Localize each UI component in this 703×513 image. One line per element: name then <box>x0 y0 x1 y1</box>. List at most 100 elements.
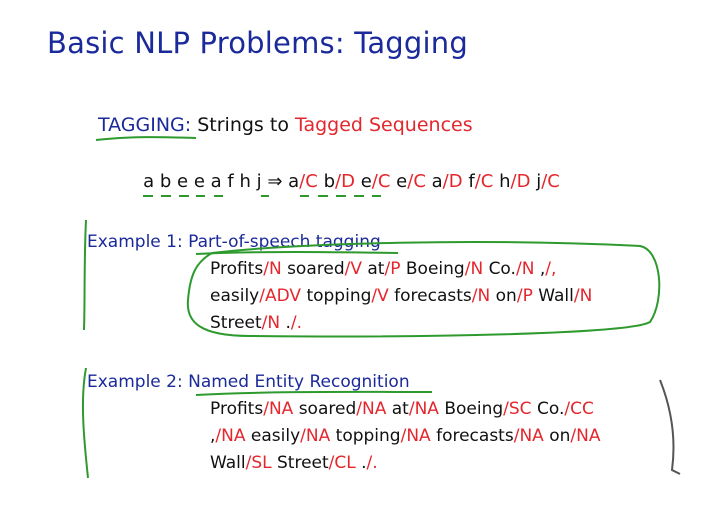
ner-line: Profits/NA soared/NA at/NA Boeing/SC Co.… <box>210 396 600 423</box>
ner-line: Wall/SL Street/CL ./. <box>210 450 600 477</box>
pos-line: Profits/N soared/V at/P Boeing/N Co./N ,… <box>210 256 592 283</box>
output-token-6: h/D <box>499 171 530 192</box>
implies-arrow: ⇒ <box>267 171 283 192</box>
tag-label: D <box>341 171 355 192</box>
tag-label: N <box>579 286 593 306</box>
ner-token-0: Profits/NA <box>210 399 293 419</box>
ner-token-2: topping/NA <box>336 426 431 446</box>
ner-token-2: at/NA <box>392 399 439 419</box>
ner-token-0: ,/NA <box>210 426 246 446</box>
tag-label: NA <box>361 399 387 419</box>
word: soared <box>287 259 345 279</box>
output-token-4: a/D <box>432 171 463 192</box>
tag-label: NA <box>305 426 331 446</box>
word: Street <box>210 313 262 333</box>
ner-token-2: ./. <box>361 453 378 473</box>
word: on <box>495 286 517 306</box>
tag-label: , <box>550 259 557 279</box>
slide: Basic NLP Problems: Tagging TAGGING: Str… <box>0 0 703 513</box>
ink-underline-example2 <box>195 390 433 396</box>
tag-label: N <box>477 286 491 306</box>
output-token-2: e/C <box>361 171 391 192</box>
word: e <box>396 171 408 192</box>
pos-token-1: topping/V <box>306 286 388 306</box>
tag-label: . <box>296 313 303 333</box>
pos-token-3: on/P <box>496 286 533 306</box>
word: Boeing <box>444 399 504 419</box>
pos-line: Street/N ./. <box>210 310 592 337</box>
tagging-definition: TAGGING: Strings to Tagged Sequences <box>98 114 473 136</box>
ner-token-3: forecasts/NA <box>436 426 544 446</box>
example2-prefix: Example 2: <box>87 372 183 392</box>
word: topping <box>335 426 401 446</box>
pos-token-2: forecasts/N <box>394 286 490 306</box>
slide-title: Basic NLP Problems: Tagging <box>47 26 468 60</box>
tag-label: NA <box>268 399 294 419</box>
tag-label: C <box>413 171 426 192</box>
example2-heading: Example 2: Named Entity Recognition <box>87 372 410 392</box>
pos-token-5: ,/, <box>540 259 557 279</box>
tag-label: NA <box>414 399 439 419</box>
pos-line: easily/ADV topping/V forecasts/N on/P Wa… <box>210 283 592 310</box>
tag-label: N <box>268 259 282 279</box>
pos-token-0: easily/ADV <box>210 286 301 306</box>
example1-name: Part-of-speech tagging <box>188 232 381 252</box>
word: on <box>549 426 571 446</box>
word: e <box>360 171 372 192</box>
example-output: a/C b/D e/C e/C a/D f/C h/D j/C <box>288 171 560 192</box>
tag-label: P <box>522 286 533 306</box>
tag-label: N <box>267 313 281 333</box>
tag-label: . <box>372 453 378 473</box>
word: h <box>499 171 511 192</box>
pos-token-1: soared/V <box>287 259 362 279</box>
word: forecasts <box>394 286 472 306</box>
ink-underline-tagging <box>95 136 197 141</box>
tag-label: P <box>390 259 401 279</box>
example1-tagged-text: Profits/N soared/V at/P Boeing/N Co./N ,… <box>210 256 592 337</box>
ner-token-1: soared/NA <box>299 399 387 419</box>
word: Profits <box>210 259 264 279</box>
pos-token-1: ./. <box>286 313 303 333</box>
tag-label: C <box>547 171 560 192</box>
pos-token-0: Street/N <box>210 313 280 333</box>
tagging-example: a b e e a f h j ⇒ a/C b/D e/C e/C a/D f/… <box>48 171 655 192</box>
word: Wall <box>538 286 574 306</box>
word: Co. <box>488 259 516 279</box>
output-token-3: e/C <box>396 171 426 192</box>
tag-label: ADV <box>264 286 302 306</box>
ink-bracket-right <box>659 379 681 475</box>
word: easily <box>250 426 301 446</box>
output-token-0: a/C <box>288 171 318 192</box>
tag-label: C <box>305 171 318 192</box>
word: a <box>431 171 443 192</box>
word: easily <box>210 286 260 306</box>
word: Profits <box>210 399 264 419</box>
example2-name: Named Entity Recognition <box>188 372 410 392</box>
ner-token-4: Co./CC <box>537 399 594 419</box>
tag-label: V <box>377 286 389 306</box>
word: Street <box>277 453 329 473</box>
tag-label: CC <box>570 399 594 419</box>
word: at <box>391 399 409 419</box>
tag-label: SL <box>251 453 272 473</box>
word: forecasts <box>436 426 514 446</box>
pos-token-3: Boeing/N <box>406 259 483 279</box>
ner-token-4: on/NA <box>549 426 600 446</box>
tag-label: NA <box>221 426 246 446</box>
tag-label: C <box>377 171 391 192</box>
tag-label: V <box>350 259 362 279</box>
example1-heading: Example 1: Part-of-speech tagging <box>87 232 381 252</box>
ner-line: ,/NA easily/NA topping/NA forecasts/NA o… <box>210 423 600 450</box>
ink-underline-example1 <box>195 251 399 255</box>
word: topping <box>306 286 372 306</box>
tag-label: N <box>470 259 484 279</box>
tag-label: NA <box>576 426 601 446</box>
word: Boeing <box>405 259 465 279</box>
pos-token-0: Profits/N <box>210 259 282 279</box>
word: soared <box>298 399 357 419</box>
pos-token-4: Wall/N <box>538 286 592 306</box>
tagging-target: Tagged Sequences <box>294 114 473 136</box>
tagging-keyword: TAGGING <box>98 114 185 136</box>
ner-token-0: Wall/SL <box>210 453 272 473</box>
example-input: a b e e a f h j <box>143 171 262 192</box>
